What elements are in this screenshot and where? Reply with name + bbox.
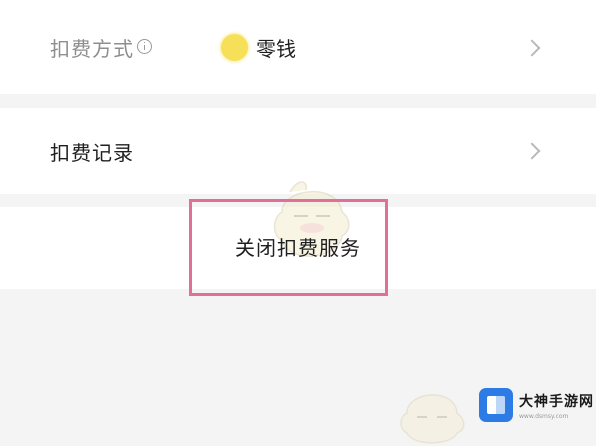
watermark-mascot-icon xyxy=(400,394,465,444)
brand-name: 大神手游网 xyxy=(519,393,594,410)
auto-deduction-settings-page: 扣费方式 零钱 扣费记录 关闭扣费服务 大神手游网 www.dsmsy.com xyxy=(0,0,596,446)
watermark-brand: 大神手游网 www.dsmsy.com xyxy=(479,388,594,422)
brand-url: www.dsmsy.com xyxy=(519,412,569,420)
chevron-right-icon xyxy=(523,39,541,57)
deduction-method-value-text: 零钱 xyxy=(256,36,296,61)
brand-logo-icon xyxy=(479,388,513,422)
deduction-method-value: 零钱 xyxy=(221,0,296,94)
chevron-right-icon xyxy=(523,142,541,160)
deduction-records-label: 扣费记录 xyxy=(50,140,134,165)
close-service-button[interactable]: 关闭扣费服务 xyxy=(0,207,596,289)
deduction-method-row[interactable]: 扣费方式 零钱 xyxy=(0,0,596,94)
coin-icon xyxy=(221,33,248,61)
deduction-method-label: 扣费方式 xyxy=(50,36,134,61)
info-icon[interactable] xyxy=(137,38,152,54)
